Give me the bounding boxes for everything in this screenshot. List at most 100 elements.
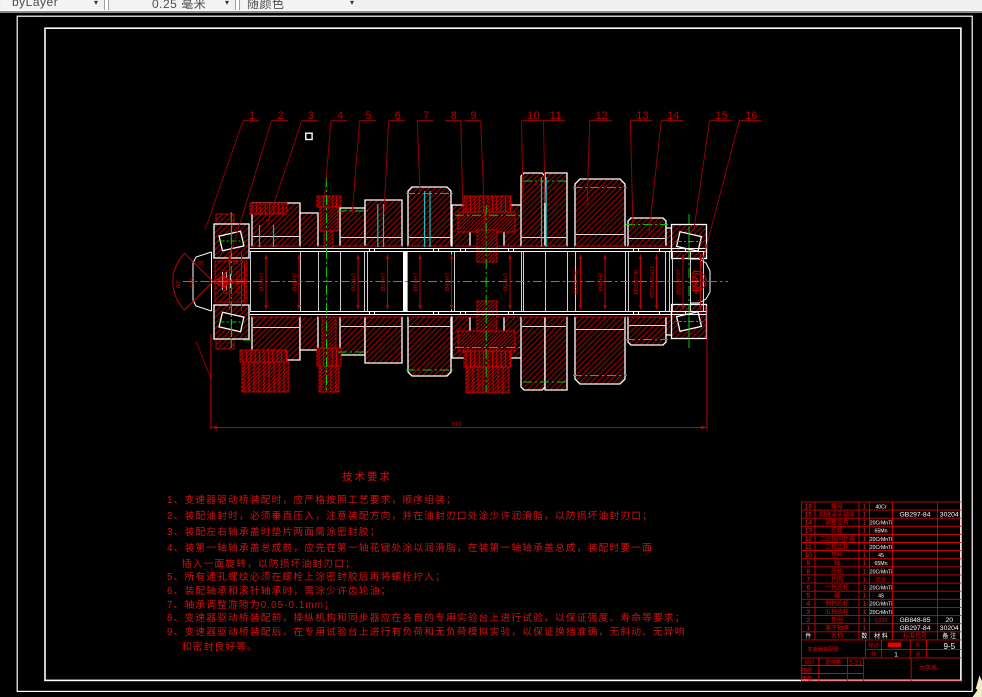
- svg-text:9: 9: [471, 110, 477, 122]
- svg-text:7、轴承调整游隙为0.05-0.1mm；: 7、轴承调整游隙为0.05-0.1mm；: [167, 598, 335, 611]
- svg-text:2: 2: [806, 617, 810, 624]
- svg-text:10: 10: [527, 110, 539, 122]
- svg-text:20: 20: [945, 617, 953, 624]
- svg-text:5: 5: [806, 593, 810, 600]
- svg-text:1: 1: [862, 528, 866, 535]
- svg-text:一挡齿轮: 一挡齿轮: [825, 584, 849, 592]
- svg-text:#BSH30/a11: #BSH30/a11: [650, 266, 656, 298]
- svg-text:挡圈: 挡圈: [831, 575, 843, 583]
- svg-text:4: 4: [806, 601, 810, 608]
- svg-text:共: 共: [871, 650, 876, 658]
- svg-text:尼龙: 尼龙: [876, 575, 886, 583]
- svg-text:齿轮: 齿轮: [831, 567, 843, 575]
- svg-text:65Mn: 65Mn: [875, 561, 888, 567]
- svg-text:20CrMnTi: 20CrMnTi: [870, 521, 893, 527]
- svg-text:Ø25H7: Ø25H7: [293, 273, 299, 291]
- svg-text:7: 7: [423, 110, 429, 122]
- svg-text:1: 1: [862, 536, 866, 543]
- svg-text:Ø58H7: Ø58H7: [414, 273, 420, 291]
- svg-text:1: 1: [249, 110, 255, 122]
- svg-text:Ø35K7/f6: Ø35K7/f6: [223, 270, 229, 295]
- svg-text:20CrMnTi: 20CrMnTi: [870, 602, 893, 608]
- svg-text:20CrMnTi: 20CrMnTi: [870, 586, 893, 592]
- svg-text:8: 8: [806, 568, 810, 575]
- svg-text:1: 1: [806, 625, 810, 632]
- svg-text:和密封良好等。: 和密封良好等。: [167, 640, 258, 653]
- svg-text:1: 1: [862, 503, 866, 510]
- svg-text:葛晓亮: 葛晓亮: [825, 658, 841, 666]
- svg-text:Q235: Q235: [875, 618, 888, 624]
- svg-text:Ø45H7: Ø45H7: [445, 273, 451, 291]
- svg-text:齿轮: 齿轮: [831, 527, 843, 535]
- svg-text:1: 1: [862, 625, 866, 632]
- svg-text:13: 13: [804, 528, 812, 535]
- svg-text:1: 1: [862, 609, 866, 616]
- svg-text:20CrMnTi: 20CrMnTi: [870, 569, 893, 575]
- svg-text:5、所有通孔螺纹必须在螺栓上涂密封胶后再将螺栓拧入；: 5、所有通孔螺纹必须在螺栓上涂密封胶后再将螺栓拧入；: [167, 570, 446, 583]
- svg-text:1: 1: [862, 568, 866, 575]
- svg-text:13: 13: [636, 110, 648, 122]
- svg-text:1: 1: [862, 585, 866, 592]
- svg-text:GB297-84: GB297-84: [900, 625, 931, 632]
- svg-text:1: 1: [862, 544, 866, 551]
- svg-text:Ø58H7: Ø58H7: [504, 273, 510, 291]
- svg-text:1: 1: [894, 652, 898, 659]
- svg-text:819: 819: [451, 421, 462, 428]
- svg-text:垫片: 垫片: [831, 551, 843, 559]
- svg-text:1: 1: [862, 601, 866, 608]
- svg-text:Ø58H7: Ø58H7: [352, 273, 358, 291]
- svg-text:3: 3: [308, 110, 314, 122]
- svg-text:60°: 60°: [176, 280, 182, 288]
- svg-text:技术要求: 技术要求: [342, 470, 392, 483]
- svg-text:倒挡齿轮: 倒挡齿轮: [825, 600, 849, 608]
- svg-text:12: 12: [596, 110, 608, 122]
- svg-text:标记: 标记: [868, 641, 878, 649]
- svg-text:15: 15: [804, 511, 812, 518]
- svg-text:滚子轴承: 滚子轴承: [825, 624, 849, 632]
- svg-text:键: 键: [834, 592, 840, 600]
- svg-text:圆锥滚子轴承: 圆锥滚子轴承: [819, 510, 855, 518]
- svg-text:1: 1: [862, 560, 866, 567]
- svg-text:1: 1: [862, 593, 866, 600]
- svg-text:件: 件: [805, 632, 811, 640]
- svg-text:材 料: 材 料: [874, 632, 888, 640]
- svg-text:设计: 设计: [804, 658, 814, 666]
- svg-text:张: 张: [915, 650, 921, 658]
- svg-text:3、装配左右轴承盖时垫片两面需涂密封胶；: 3、装配左右轴承盖时垫片两面需涂密封胶；: [167, 525, 381, 538]
- svg-text:30204: 30204: [940, 511, 959, 518]
- svg-text:1: 1: [862, 511, 866, 518]
- svg-text:65Mn: 65Mn: [875, 529, 888, 535]
- svg-text:Ø55H7/f6: Ø55H7/f6: [634, 270, 640, 295]
- svg-text:1: 1: [862, 552, 866, 559]
- svg-text:11: 11: [550, 110, 561, 122]
- svg-text:Ø25H7/f6: Ø25H7/f6: [574, 270, 580, 295]
- svg-text:调整垫片: 调整垫片: [825, 519, 849, 527]
- svg-text:垫圈: 垫圈: [831, 616, 843, 624]
- svg-text:10: 10: [804, 552, 812, 559]
- svg-text:描图: 描图: [802, 666, 812, 674]
- svg-text:标准代号: 标准代号: [903, 632, 927, 640]
- svg-text:16: 16: [745, 110, 757, 122]
- svg-text:8、变速器驱动桥装配前，操纵机构和同步器应在各自的专用实验台: 8、变速器驱动桥装配前，操纵机构和同步器应在各自的专用实验台上进行试验，以保证强…: [167, 611, 686, 624]
- svg-text:审核: 审核: [802, 674, 812, 682]
- svg-text:9-5: 9-5: [944, 642, 956, 651]
- svg-text:Ø28H7: Ø28H7: [381, 273, 387, 291]
- svg-text:Ø58H7: Ø58H7: [599, 273, 605, 291]
- svg-text:力学系: 力学系: [919, 664, 938, 672]
- svg-text:16: 16: [804, 503, 812, 510]
- svg-text:Ø30H7: Ø30H7: [260, 273, 266, 291]
- svg-text:15: 15: [715, 110, 727, 122]
- svg-text:备 注: 备 注: [942, 632, 956, 640]
- svg-text:5: 5: [366, 110, 372, 122]
- svg-text:GB848-85: GB848-85: [900, 617, 931, 624]
- svg-text:6: 6: [806, 585, 810, 592]
- svg-text:6、装配轴承和滚针轴承时，需涂少许齿轮油；: 6、装配轴承和滚针轴承时，需涂少许齿轮油；: [167, 584, 392, 597]
- svg-text:名称: 名称: [831, 632, 843, 640]
- svg-text:2: 2: [278, 110, 284, 122]
- svg-text:20CrMnTi: 20CrMnTi: [870, 545, 893, 551]
- svg-text:片: 片: [915, 641, 920, 649]
- svg-text:40Cr: 40Cr: [875, 504, 887, 510]
- svg-text:7: 7: [806, 576, 810, 583]
- svg-text:20CrMnTi: 20CrMnTi: [870, 537, 893, 543]
- svg-text:变速器装配图: 变速器装配图: [807, 645, 838, 653]
